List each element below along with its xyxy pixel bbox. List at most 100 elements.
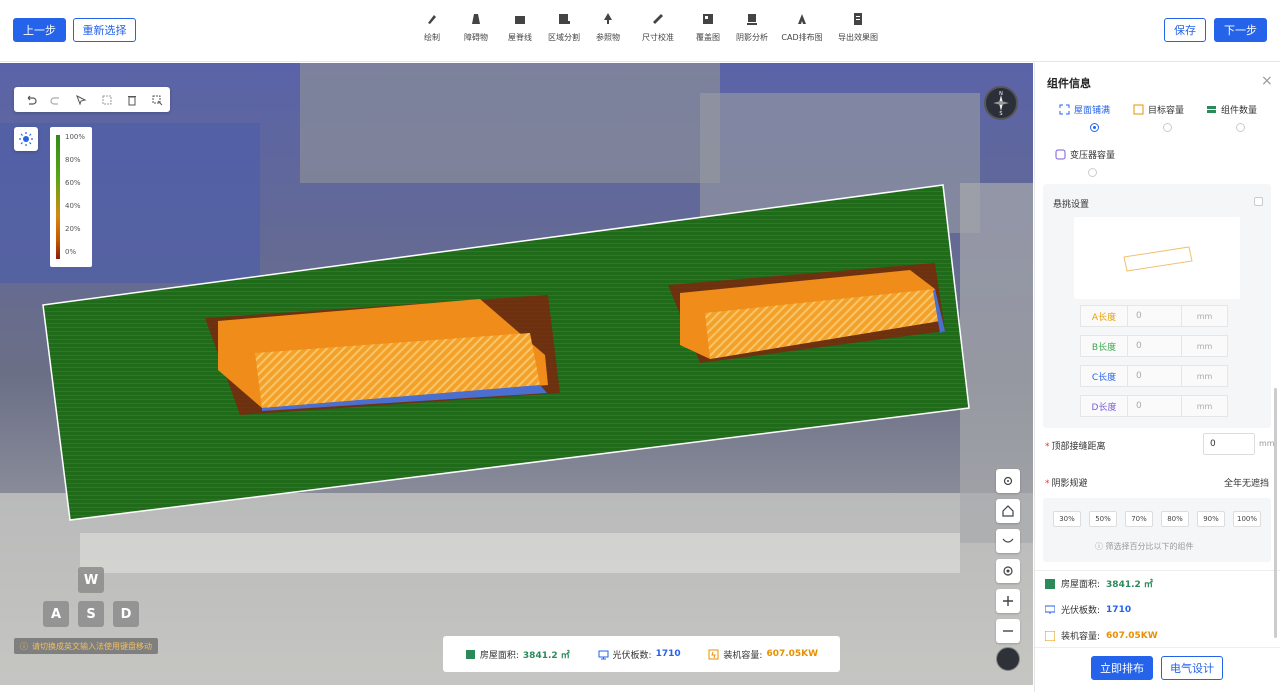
dim-label: A长度 (1080, 305, 1128, 327)
tool-overlay[interactable]: 覆盖图 (686, 12, 730, 43)
legend-label: 80% (65, 156, 81, 164)
mode-target-capacity-radio[interactable] (1163, 123, 1172, 132)
top-toolbar: 上一步 重新选择 绘制 障碍物 屋脊线 区域分割 参照物 尺寸校准 覆盖图 阴影… (0, 0, 1280, 62)
overhang-checkbox[interactable] (1254, 197, 1263, 206)
pct-70-button[interactable]: 70% (1125, 511, 1153, 527)
redo-icon[interactable] (43, 90, 68, 110)
tool-export[interactable]: 导出效果图 (830, 12, 886, 43)
mode-fill-roof-radio[interactable] (1090, 123, 1099, 132)
area-select-icon[interactable] (145, 90, 170, 110)
summary-capacity-value: 607.05KW (1106, 630, 1158, 641)
pct-90-button[interactable]: 90% (1197, 511, 1225, 527)
mode-transformer-capacity[interactable]: 变压器容量 (1055, 148, 1115, 161)
mode-transformer-capacity-radio[interactable] (1088, 168, 1097, 177)
tool-label: CAD排布图 (781, 33, 823, 42)
tool-label: 覆盖图 (696, 33, 720, 42)
key-s[interactable]: S (78, 601, 104, 627)
dim-c-input[interactable]: 0 (1128, 365, 1182, 387)
fullscreen-icon (1059, 104, 1070, 115)
tool-area-split[interactable]: 区域分割 (542, 12, 586, 43)
tilt-icon[interactable] (996, 529, 1020, 553)
pct-80-button[interactable]: 80% (1161, 511, 1189, 527)
key-a[interactable]: A (43, 601, 69, 627)
compass-icon[interactable]: N S (984, 86, 1018, 120)
dim-unit: mm (1182, 395, 1228, 417)
next-step-button[interactable]: 下一步 (1214, 18, 1267, 42)
tool-obstacle[interactable]: 障碍物 (454, 12, 498, 43)
tool-cad[interactable]: CAD排布图 (774, 12, 830, 43)
settings-icon[interactable] (996, 469, 1020, 493)
dim-label: B长度 (1080, 335, 1128, 357)
tool-shadow-analysis[interactable]: 阴影分析 (730, 12, 774, 43)
pct-100-button[interactable]: 100% (1233, 511, 1261, 527)
divider (1035, 647, 1280, 648)
top-gap-unit: mm (1259, 439, 1275, 448)
stat-capacity-label: 装机容量: (723, 650, 763, 661)
dim-b-input[interactable]: 0 (1128, 335, 1182, 357)
dim-a-input[interactable]: 0 (1128, 305, 1182, 327)
mode-fill-roof[interactable]: 屋面铺满 (1059, 103, 1110, 116)
tool-reference[interactable]: 参照物 (586, 12, 630, 43)
sun-icon[interactable] (14, 127, 38, 151)
globe-icon[interactable] (996, 647, 1020, 671)
compass-n: N (999, 91, 1003, 97)
legend-label: 40% (65, 202, 81, 210)
pct-30-button[interactable]: 30% (1053, 511, 1081, 527)
tool-ruler[interactable]: 尺寸校准 (630, 12, 686, 43)
delete-icon[interactable] (119, 90, 144, 110)
select-icon[interactable] (69, 90, 94, 110)
tool-label: 导出效果图 (838, 33, 878, 42)
key-w[interactable]: W (78, 567, 104, 593)
dim-row-d: D长度 0 mm (1080, 395, 1228, 417)
locate-icon[interactable] (996, 559, 1020, 583)
zoom-out-icon[interactable] (996, 619, 1020, 643)
satellite-scene (0, 63, 1033, 685)
summary-area-value: 3841.2 ㎡ (1106, 580, 1153, 590)
dim-d-input[interactable]: 0 (1128, 395, 1182, 417)
summary-panels-value: 1710 (1106, 604, 1132, 615)
reselect-button[interactable]: 重新选择 (73, 18, 136, 42)
tool-label: 区域分割 (548, 33, 580, 42)
shadow-avoid-select[interactable]: 全年无遮挡 (1224, 476, 1269, 489)
dim-unit: mm (1182, 365, 1228, 387)
tool-label: 阴影分析 (736, 33, 768, 42)
roof-ridge-icon (513, 12, 527, 26)
cad-icon (795, 12, 809, 26)
tool-draw[interactable]: 绘制 (410, 12, 454, 43)
pct-note-text: 筛选择百分比以下的组件 (1105, 542, 1194, 551)
tool-label: 尺寸校准 (642, 33, 674, 42)
key-d[interactable]: D (113, 601, 139, 627)
zoom-in-icon[interactable] (996, 589, 1020, 613)
dim-row-a: A长度 0 mm (1080, 305, 1228, 327)
home-icon[interactable] (996, 499, 1020, 523)
mode-target-capacity[interactable]: 目标容量 (1133, 103, 1184, 116)
shadow-avoid-label: * 阴影规避 (1045, 479, 1088, 489)
panel-scrollbar[interactable] (1274, 388, 1277, 638)
area-split-icon (557, 12, 571, 26)
electrical-design-button[interactable]: 电气设计 (1161, 656, 1223, 680)
undo-icon[interactable] (18, 90, 43, 110)
top-gap-input[interactable]: 0 (1203, 433, 1255, 455)
shadow-avoid-label-text: 阴影规避 (1051, 479, 1088, 489)
percent-filter: 30% 50% 70% 80% 90% 100% ⓘ 筛选择百分比以下的组件 (1043, 498, 1271, 562)
legend-label: 60% (65, 179, 81, 187)
area-icon (1045, 578, 1055, 589)
tool-roof-ridge[interactable]: 屋脊线 (498, 12, 542, 43)
close-icon[interactable]: × (1261, 73, 1273, 89)
component-info-panel: 组件信息 × 屋面铺满 目标容量 组件数量 变压器容量 悬挑设置 A长度 0 m… (1034, 63, 1280, 692)
arrange-now-button[interactable]: 立即排布 (1091, 656, 1153, 680)
mode-component-count-radio[interactable] (1236, 123, 1245, 132)
map-viewport[interactable]: 100% 80% 60% 40% 20% 0% N S W A S D ⓘ 请切… (0, 63, 1033, 685)
dim-label: D长度 (1080, 395, 1128, 417)
legend-gradient (56, 135, 60, 259)
mode-component-count[interactable]: 组件数量 (1206, 103, 1257, 116)
box-select-icon[interactable] (94, 90, 119, 110)
stat-area-label: 房屋面积: (479, 650, 519, 661)
prev-step-button[interactable]: 上一步 (13, 18, 66, 42)
stat-panels-value: 1710 (655, 649, 681, 659)
dim-unit: mm (1182, 305, 1228, 327)
tool-label: 屋脊线 (508, 33, 532, 42)
stat-panels: 光伏板数: 1710 (598, 648, 681, 661)
save-button[interactable]: 保存 (1164, 18, 1206, 42)
pct-50-button[interactable]: 50% (1089, 511, 1117, 527)
